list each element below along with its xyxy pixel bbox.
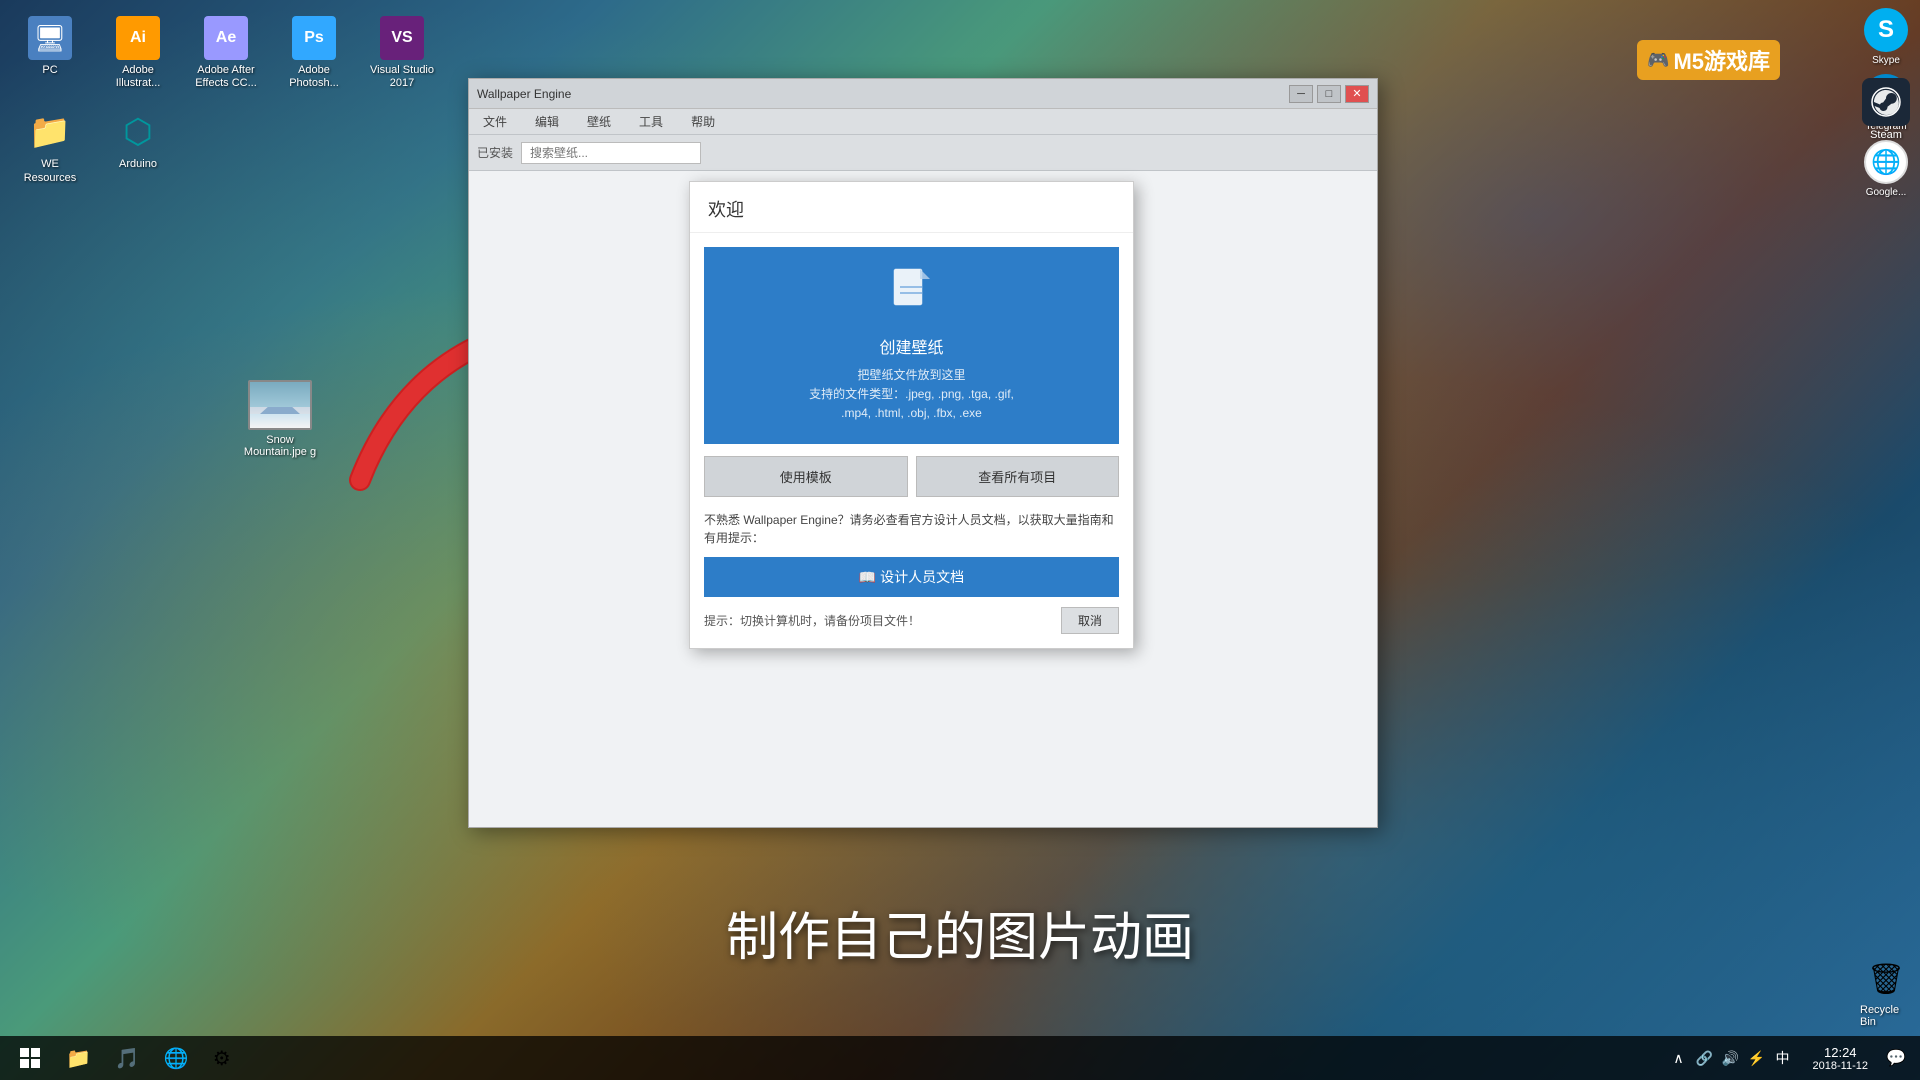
taskbar: 📁 🎵 🌐 ⚙ ∧ 🔗 🔊 ⚡ 中 12:24 2018-11-12 💬 [0, 1036, 1920, 1080]
desktop: 🖥 PC Ai AdobeIllustrat... Ae Adobe After… [0, 0, 1920, 1080]
ps-icon: Ps [292, 16, 336, 60]
desktop-icon-arduino[interactable]: ⬡ Arduino [98, 104, 178, 190]
ps-icon-label: AdobePhotosh... [289, 64, 339, 90]
skype-label: Skype [1872, 55, 1900, 66]
close-button[interactable]: ✕ [1345, 85, 1369, 103]
window-menubar: 文件 编辑 壁纸 工具 帮助 [469, 109, 1377, 135]
tray-volume[interactable]: 🔊 [1721, 1048, 1741, 1068]
start-button[interactable] [8, 1038, 52, 1078]
taskbar-settings[interactable]: ⚙ [203, 1038, 241, 1078]
icon-row-2: 📁 WEResources ⬡ Arduino [10, 104, 442, 190]
system-tray: ∧ 🔗 🔊 ⚡ 中 [1661, 1048, 1801, 1068]
window-content: 欢迎 创建壁纸 [469, 171, 1377, 827]
ai-icon-label: AdobeIllustrat... [116, 64, 161, 90]
ai-icon: Ai [116, 16, 160, 60]
ae-icon-label: Adobe AfterEffects CC... [195, 64, 257, 90]
taskbar-right: ∧ 🔗 🔊 ⚡ 中 12:24 2018-11-12 💬 [1661, 1038, 1912, 1078]
tip-cancel-row: 提示：切换计算机时，请备份项目文件！ 取消 [704, 607, 1119, 634]
menu-tools[interactable]: 工具 [633, 111, 669, 132]
toolbar-label: 已安装 [477, 144, 513, 161]
desktop-icon-aftereffects[interactable]: Ae Adobe AfterEffects CC... [186, 10, 266, 96]
taskbar-spotify[interactable]: 🎵 [105, 1038, 150, 1078]
clock-date: 2018-11-12 [1813, 1060, 1868, 1072]
welcome-dialog: 欢迎 创建壁纸 [689, 181, 1134, 649]
notification-button[interactable]: 💬 [1880, 1038, 1912, 1078]
search-input[interactable] [521, 142, 701, 164]
tray-up-arrow[interactable]: ∧ [1669, 1048, 1689, 1068]
drop-zone-desc-line2: 支持的文件类型：.jpeg, .png, .tga, .gif, [809, 387, 1014, 401]
drop-zone-title: 创建壁纸 [879, 334, 943, 358]
desktop-icon-steam[interactable]: Steam [1860, 78, 1912, 141]
taskbar-chrome[interactable]: 🌐 [154, 1038, 199, 1078]
icon-row-1: 🖥 PC Ai AdobeIllustrat... Ae Adobe After… [10, 10, 442, 96]
desktop-icon-chrome[interactable]: 🌐 Google... [1860, 140, 1912, 198]
folder-icon: 📁 [28, 110, 72, 154]
clock[interactable]: 12:24 2018-11-12 [1805, 1045, 1876, 1072]
steam-icon [1862, 78, 1910, 126]
info-text: 不熟悉 Wallpaper Engine？请务必查看官方设计人员文档，以获取大量… [704, 511, 1119, 547]
desktop-icons-container: 🖥 PC Ai AdobeIllustrat... Ae Adobe After… [10, 10, 442, 191]
chrome-icon: 🌐 [1864, 140, 1908, 184]
desktop-icon-skype[interactable]: S Skype [1860, 8, 1912, 66]
window-toolbar: 已安装 [469, 135, 1377, 171]
file-icon [892, 267, 932, 324]
window-controls: ─ □ ✕ [1289, 85, 1369, 103]
ae-icon: Ae [204, 16, 248, 60]
tip-text: 提示：切换计算机时，请备份项目文件！ [704, 612, 920, 629]
ms-brand-container: 🎮 M5游戏库 [1637, 40, 1780, 80]
browse-all-button[interactable]: 查看所有项目 [916, 456, 1120, 497]
menu-wallpaper[interactable]: 壁纸 [581, 111, 617, 132]
vs-icon-label: Visual Studio2017 [370, 64, 434, 90]
skype-icon: S [1864, 8, 1908, 52]
drop-zone-desc: 把壁纸文件放到这里 支持的文件类型：.jpeg, .png, .tga, .gi… [809, 366, 1014, 424]
vs-icon: VS [380, 16, 424, 60]
tray-battery[interactable]: ⚡ [1747, 1048, 1767, 1068]
arduino-icon: ⬡ [116, 110, 160, 154]
snow-mountain-thumbnail [248, 380, 312, 430]
maximize-button[interactable]: □ [1317, 85, 1341, 103]
pc-icon-label: PC [42, 64, 57, 77]
we-resources-label: WEResources [24, 158, 77, 184]
taskbar-left: 📁 🎵 🌐 ⚙ [8, 1038, 241, 1078]
cancel-button[interactable]: 取消 [1061, 607, 1119, 634]
wallpaper-engine-window: Wallpaper Engine ─ □ ✕ 文件 编辑 壁纸 工具 帮助 已安… [468, 78, 1378, 828]
ms-brand-text: M5游戏库 [1673, 44, 1770, 76]
use-template-button[interactable]: 使用模板 [704, 456, 908, 497]
drop-zone[interactable]: 创建壁纸 把壁纸文件放到这里 支持的文件类型：.jpeg, .png, .tga… [704, 247, 1119, 444]
window-title: Wallpaper Engine [477, 87, 571, 101]
menu-file[interactable]: 文件 [477, 111, 513, 132]
desktop-icon-illustrator[interactable]: Ai AdobeIllustrat... [98, 10, 178, 96]
desktop-icon-photoshop[interactable]: Ps AdobePhotosh... [274, 10, 354, 96]
chrome-label: Google... [1866, 187, 1907, 198]
minimize-button[interactable]: ─ [1289, 85, 1313, 103]
tray-network[interactable]: 🔗 [1695, 1048, 1715, 1068]
desktop-icon-pc[interactable]: 🖥 PC [10, 10, 90, 96]
recycle-bin-label: Recycle Bin [1860, 1004, 1912, 1028]
menu-help[interactable]: 帮助 [685, 111, 721, 132]
window-titlebar: Wallpaper Engine ─ □ ✕ [469, 79, 1377, 109]
drop-zone-desc-line3: .mp4, .html, .obj, .fbx, .exe [841, 406, 982, 420]
menu-edit[interactable]: 编辑 [529, 111, 565, 132]
pc-icon: 🖥 [28, 16, 72, 60]
doc-button[interactable]: 📖 设计人员文档 [704, 557, 1119, 597]
desktop-icon-snowmountain[interactable]: Snow Mountain.jpe g [240, 380, 320, 458]
steam-label: Steam [1870, 129, 1902, 141]
drop-zone-desc-line1: 把壁纸文件放到这里 [857, 368, 965, 382]
ms-watermark: 🎮 M5游戏库 [1637, 40, 1780, 80]
subtitle-text: 制作自己的图片动画 [0, 895, 1920, 970]
snow-mountain-label: Snow Mountain.jpe g [240, 434, 320, 458]
action-buttons: 使用模板 查看所有项目 [704, 456, 1119, 497]
dialog-body: 创建壁纸 把壁纸文件放到这里 支持的文件类型：.jpeg, .png, .tga… [690, 233, 1133, 648]
arduino-label: Arduino [119, 158, 157, 171]
taskbar-file-explorer[interactable]: 📁 [56, 1038, 101, 1078]
dialog-title: 欢迎 [708, 200, 744, 220]
desktop-icon-weresources[interactable]: 📁 WEResources [10, 104, 90, 190]
gamepad-icon: 🎮 M5游戏库 [1637, 40, 1780, 80]
clock-time: 12:24 [1824, 1045, 1857, 1060]
dialog-header: 欢迎 [690, 182, 1133, 233]
tray-ime[interactable]: 中 [1773, 1048, 1793, 1068]
desktop-icon-visualstudio[interactable]: VS Visual Studio2017 [362, 10, 442, 96]
